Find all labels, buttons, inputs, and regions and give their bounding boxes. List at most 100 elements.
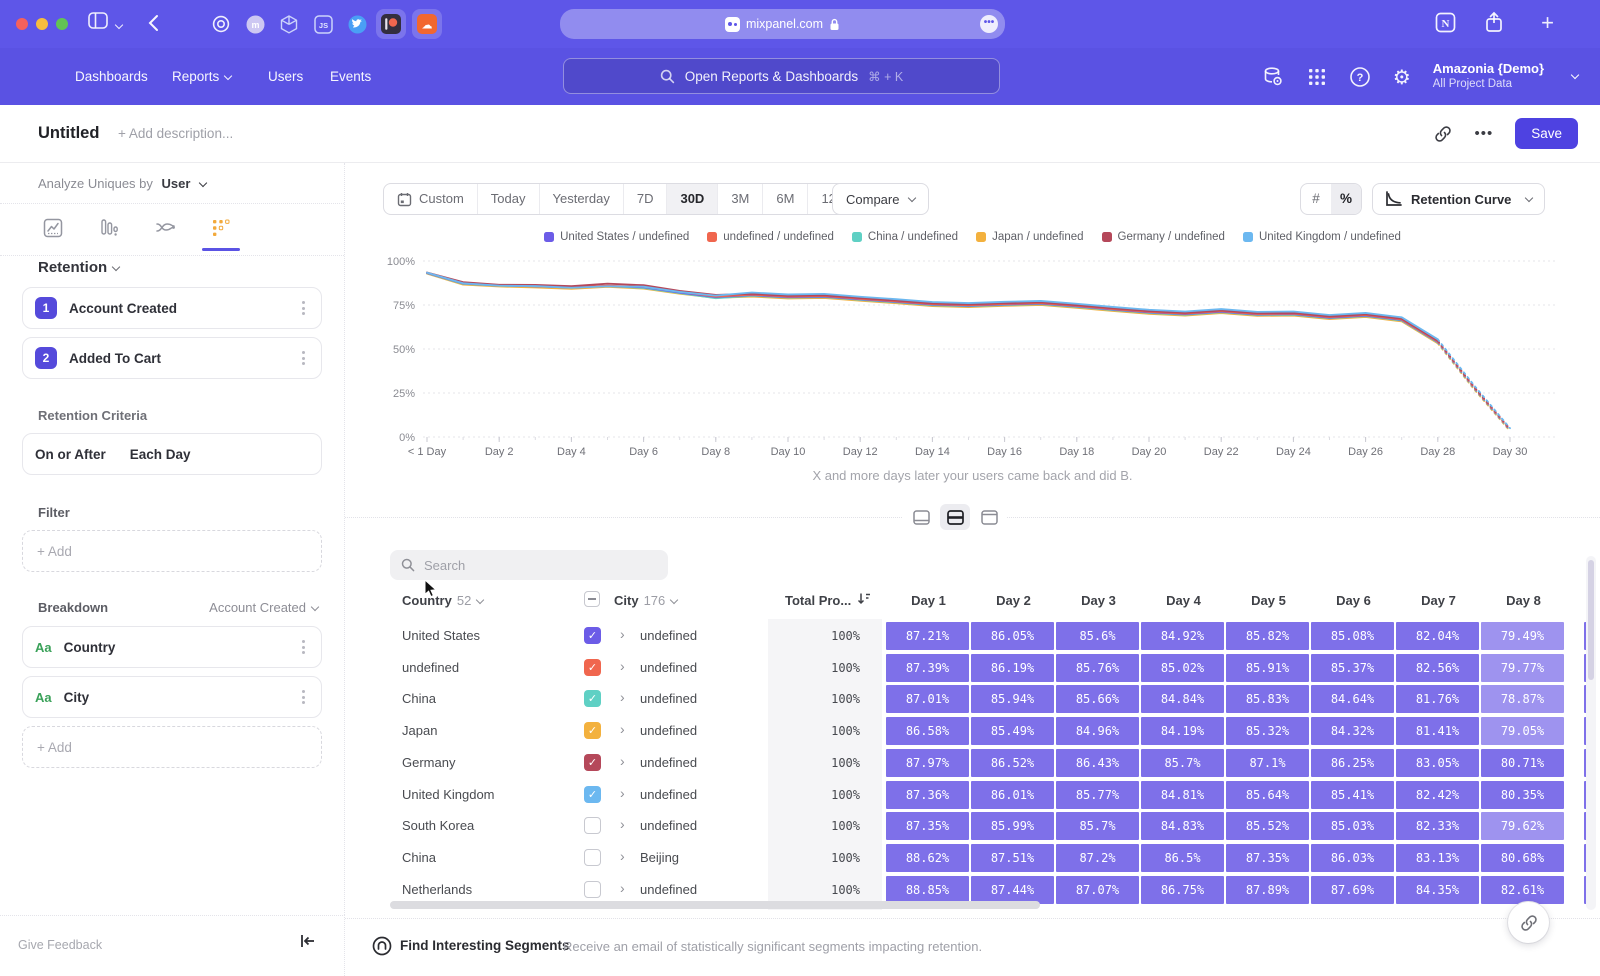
column-day-2[interactable]: Day 2 xyxy=(971,593,1056,608)
retention-cell[interactable]: 80.68% xyxy=(1481,844,1564,872)
step-card-2[interactable]: 2 Added To Cart xyxy=(22,337,322,379)
breakdown-add-button[interactable]: + Add xyxy=(22,726,322,768)
retention-cell[interactable]: 85.76% xyxy=(1056,654,1139,682)
unit-number-toggle[interactable]: # xyxy=(1301,184,1331,214)
retention-cell[interactable]: 85.7% xyxy=(1141,749,1224,777)
retention-cell[interactable]: 85.91% xyxy=(1226,654,1309,682)
view-chart-only-icon[interactable] xyxy=(906,504,936,530)
column-day-7[interactable]: Day 7 xyxy=(1396,593,1481,608)
retention-cell[interactable]: 79.62% xyxy=(1481,812,1564,840)
js-tab-icon[interactable]: JS xyxy=(308,9,338,39)
retention-cell[interactable]: 87.97% xyxy=(886,749,969,777)
criteria-condition[interactable]: On or After xyxy=(35,447,106,462)
range-6m[interactable]: 6M xyxy=(762,184,807,214)
column-day-8[interactable]: Day 8 xyxy=(1481,593,1566,608)
select-all-checkbox[interactable] xyxy=(584,591,600,607)
project-switcher[interactable]: Amazonia {Demo} All Project Data xyxy=(1433,61,1544,92)
chart-type-dropdown[interactable]: Retention Curve xyxy=(1372,183,1545,215)
retention-cell[interactable]: 84.83% xyxy=(1141,812,1224,840)
retention-cell[interactable]: 85.41% xyxy=(1311,781,1394,809)
column-day-1[interactable]: Day 1 xyxy=(886,593,971,608)
retention-cell[interactable]: 80.35% xyxy=(1481,781,1564,809)
settings-gear-icon[interactable]: ⚙ xyxy=(1393,65,1411,89)
close-window-icon[interactable] xyxy=(16,18,28,30)
row-expander-icon[interactable]: › xyxy=(620,658,625,674)
retention-cell[interactable]: 86.43% xyxy=(1056,749,1139,777)
retention-cell[interactable]: 84.81% xyxy=(1141,781,1224,809)
retention-cell[interactable]: 85.08% xyxy=(1311,622,1394,650)
retention-cell[interactable]: 81.41% xyxy=(1396,717,1479,745)
range-3m[interactable]: 3M xyxy=(717,184,762,214)
patreon-tab-icon[interactable] xyxy=(376,9,406,39)
zoom-window-icon[interactable] xyxy=(56,18,68,30)
retention-cell[interactable]: 85.82% xyxy=(1226,622,1309,650)
retention-cell[interactable]: 86.75% xyxy=(1141,876,1224,904)
retention-cell[interactable]: 80.71% xyxy=(1481,749,1564,777)
range-7d[interactable]: 7D xyxy=(623,184,667,214)
apps-grid-icon[interactable] xyxy=(1307,67,1327,87)
sort-descending-icon[interactable] xyxy=(857,591,872,606)
m-avatar-tab-icon[interactable]: m xyxy=(240,9,270,39)
retention-cell[interactable]: 85.03% xyxy=(1311,812,1394,840)
row-checkbox[interactable] xyxy=(584,849,601,866)
retention-cell[interactable]: 87.69% xyxy=(1311,876,1394,904)
report-title[interactable]: Untitled xyxy=(38,124,99,143)
breakdown-scope-dropdown[interactable]: Account Created xyxy=(209,600,318,615)
retention-cell[interactable]: 78.87% xyxy=(1481,685,1564,713)
back-icon[interactable] xyxy=(148,14,159,32)
retention-cell[interactable]: 85.66% xyxy=(1056,685,1139,713)
filter-add-button[interactable]: + Add xyxy=(22,530,322,572)
retention-cell[interactable]: 86.25% xyxy=(1311,749,1394,777)
nav-dashboards[interactable]: Dashboards xyxy=(75,48,148,105)
row-expander-icon[interactable]: › xyxy=(620,816,625,832)
unit-percent-toggle[interactable]: % xyxy=(1331,184,1361,214)
retention-cell[interactable]: 84.92% xyxy=(1141,622,1224,650)
retention-cell[interactable]: 86.52% xyxy=(971,749,1054,777)
column-city[interactable]: City176 xyxy=(614,593,677,608)
retention-cell[interactable]: 83.05% xyxy=(1396,749,1479,777)
tab-funnels-icon[interactable] xyxy=(94,213,124,243)
tab-flows-icon[interactable] xyxy=(150,213,180,243)
retention-cell[interactable]: 87.1% xyxy=(1226,749,1309,777)
chevron-down-icon[interactable] xyxy=(116,18,122,36)
retention-cell[interactable]: 84.32% xyxy=(1311,717,1394,745)
retention-cell[interactable]: 86.05% xyxy=(971,622,1054,650)
table-search-input[interactable]: Search xyxy=(390,550,668,580)
soundcloud-tab-icon[interactable]: ☁ xyxy=(412,9,442,39)
retention-cell[interactable]: 85.94% xyxy=(971,685,1054,713)
collapse-sidebar-icon[interactable] xyxy=(300,934,316,948)
column-day-5[interactable]: Day 5 xyxy=(1226,593,1311,608)
retention-cell[interactable]: 85.52% xyxy=(1226,812,1309,840)
sidebar-toggle-icon[interactable] xyxy=(88,12,108,29)
retention-cell[interactable]: 85.49% xyxy=(971,717,1054,745)
row-checkbox[interactable]: ✓ xyxy=(584,786,601,803)
url-bar[interactable]: mixpanel.com ••• xyxy=(560,9,1005,39)
new-tab-icon[interactable]: + xyxy=(1541,10,1554,36)
retention-cell[interactable]: 87.44% xyxy=(971,876,1054,904)
vertical-scrollbar-thumb[interactable] xyxy=(1588,560,1594,680)
retention-cell[interactable]: 86.01% xyxy=(971,781,1054,809)
column-country[interactable]: Country52 xyxy=(402,593,483,608)
row-checkbox[interactable]: ✓ xyxy=(584,690,601,707)
tab-retention-icon[interactable] xyxy=(206,213,236,243)
criteria-card[interactable]: On or After Each Day xyxy=(22,433,322,475)
row-expander-icon[interactable]: › xyxy=(620,721,625,737)
retention-cell[interactable]: 84.35% xyxy=(1396,876,1479,904)
data-management-icon[interactable] xyxy=(1261,65,1285,89)
retention-cell[interactable]: 85.77% xyxy=(1056,781,1139,809)
legend-item[interactable]: Germany / undefined xyxy=(1102,231,1225,243)
row-checkbox[interactable]: ✓ xyxy=(584,659,601,676)
retention-cell[interactable]: 86.03% xyxy=(1311,844,1394,872)
view-table-only-icon[interactable] xyxy=(974,504,1004,530)
legend-item[interactable]: Japan / undefined xyxy=(976,231,1083,243)
criteria-interval[interactable]: Each Day xyxy=(130,447,191,462)
retention-section-header[interactable]: Retention xyxy=(38,259,119,276)
retention-cell[interactable]: 86.58% xyxy=(886,717,969,745)
row-expander-icon[interactable]: › xyxy=(620,848,625,864)
step-card-1[interactable]: 1 Account Created xyxy=(22,287,322,329)
range-today[interactable]: Today xyxy=(477,184,539,214)
global-search[interactable]: Open Reports & Dashboards ⌘ + K xyxy=(563,58,1000,94)
legend-item[interactable]: United Kingdom / undefined xyxy=(1243,231,1401,243)
retention-cell[interactable]: 84.84% xyxy=(1141,685,1224,713)
retention-cell[interactable]: 83.13% xyxy=(1396,844,1479,872)
